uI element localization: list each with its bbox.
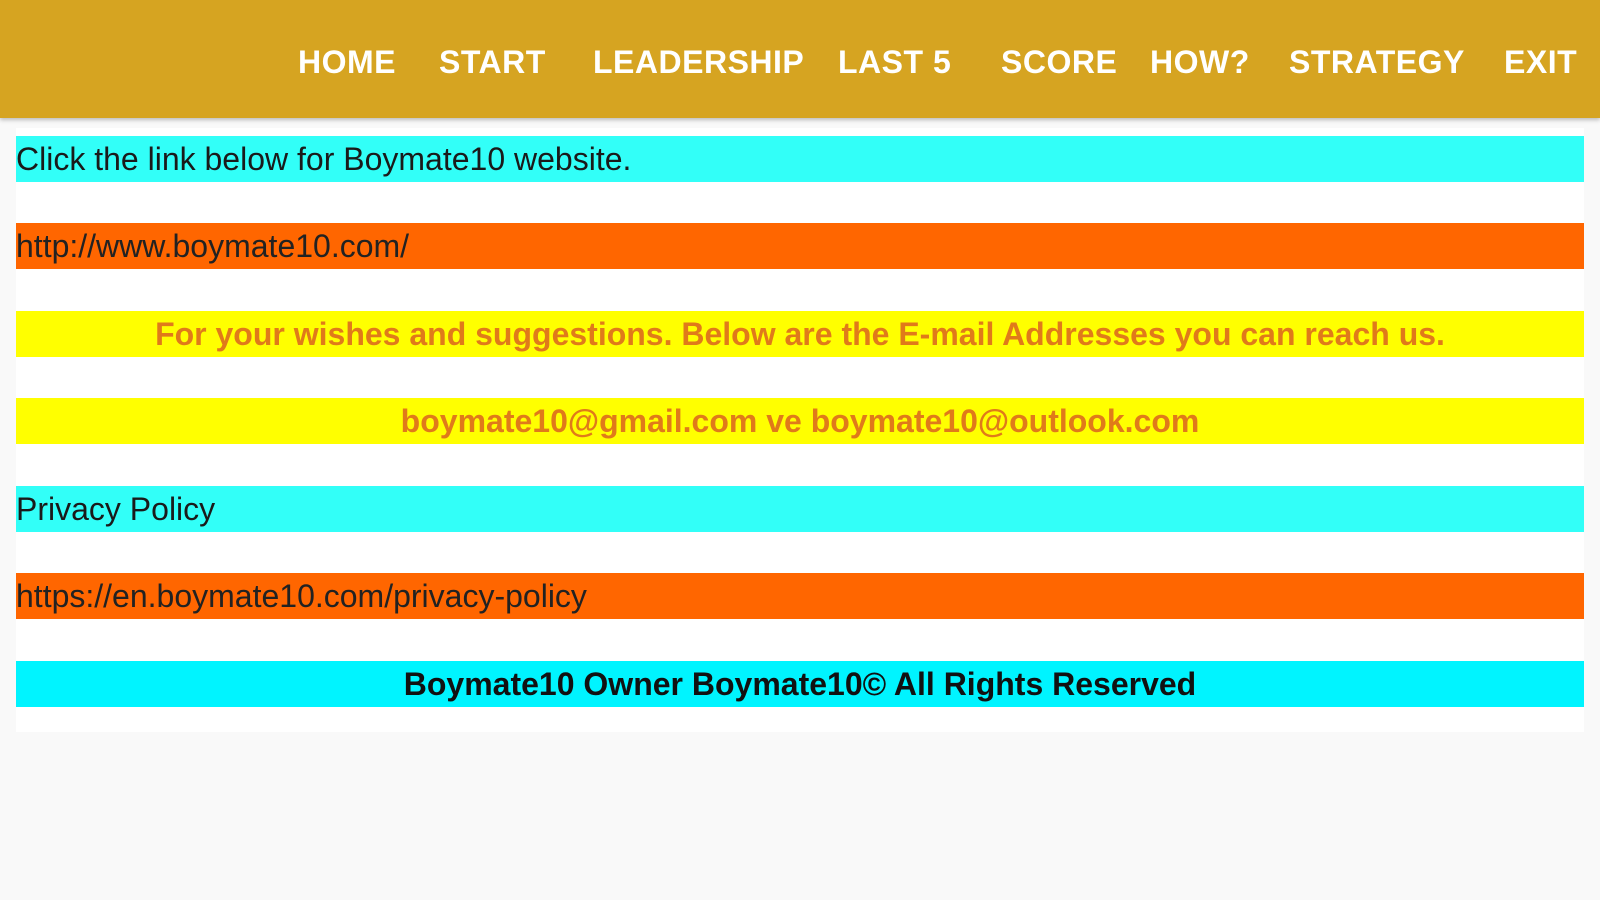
privacy-policy-label: Privacy Policy bbox=[16, 486, 1584, 532]
content-panel: Click the link below for Boymate10 websi… bbox=[16, 128, 1584, 732]
website-prompt: Click the link below for Boymate10 websi… bbox=[16, 136, 1584, 182]
suggestions-text: For your wishes and suggestions. Below a… bbox=[16, 311, 1584, 357]
website-link[interactable]: http://www.boymate10.com/ bbox=[16, 223, 1584, 269]
nav-home[interactable]: HOME bbox=[298, 40, 396, 84]
nav-score[interactable]: SCORE bbox=[1001, 40, 1117, 84]
nav-last-5[interactable]: LAST 5 bbox=[838, 40, 951, 84]
nav-start[interactable]: START bbox=[439, 40, 546, 84]
top-nav-bar: HOME START LEADERSHIP LAST 5 SCORE HOW? … bbox=[0, 0, 1600, 118]
nav-leadership[interactable]: LEADERSHIP bbox=[593, 40, 804, 84]
privacy-policy-link[interactable]: https://en.boymate10.com/privacy-policy bbox=[16, 573, 1584, 619]
nav-exit[interactable]: EXIT bbox=[1504, 40, 1577, 84]
nav-strategy[interactable]: STRATEGY bbox=[1289, 40, 1465, 84]
nav-how[interactable]: HOW? bbox=[1150, 40, 1250, 84]
contact-emails: boymate10@gmail.com ve boymate10@outlook… bbox=[16, 398, 1584, 444]
copyright-footer: Boymate10 Owner Boymate10© All Rights Re… bbox=[16, 661, 1584, 707]
